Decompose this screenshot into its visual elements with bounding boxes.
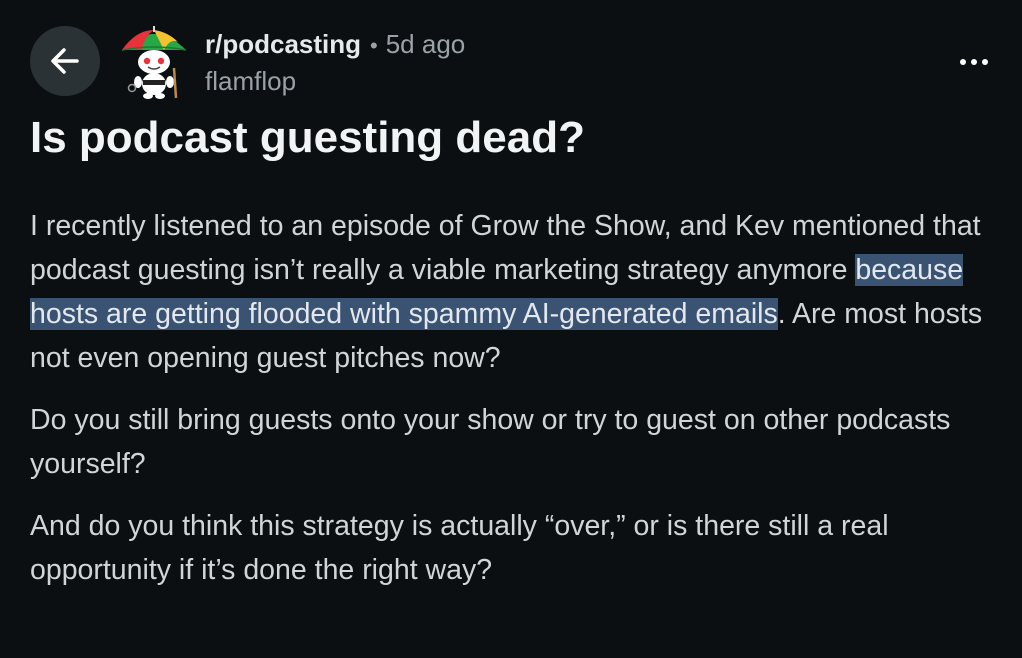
post-meta: r/podcasting • 5d ago flamflop — [205, 28, 465, 97]
back-button[interactable] — [30, 26, 100, 96]
post-body: I recently listened to an episode of Gro… — [30, 204, 990, 592]
ellipsis-icon — [960, 59, 988, 65]
meta-separator: • — [370, 33, 378, 58]
post-title: Is podcast guesting dead? — [30, 113, 585, 162]
meta-line: r/podcasting • 5d ago — [205, 28, 465, 62]
subreddit-link[interactable]: r/podcasting — [205, 28, 361, 60]
more-options-button[interactable] — [950, 46, 998, 78]
body-paragraph: Do you still bring guests onto your show… — [30, 404, 951, 480]
author-link[interactable]: flamflop — [205, 65, 465, 97]
body-paragraph: I recently listened to an episode of Gro… — [30, 204, 990, 380]
post-time: 5d ago — [385, 29, 466, 59]
arrow-left-icon — [51, 48, 79, 74]
avatar[interactable] — [116, 24, 192, 100]
paragraph-text: I recently listened to an episode of Gro… — [30, 210, 981, 286]
body-paragraph: And do you think this strategy is actual… — [30, 510, 889, 586]
